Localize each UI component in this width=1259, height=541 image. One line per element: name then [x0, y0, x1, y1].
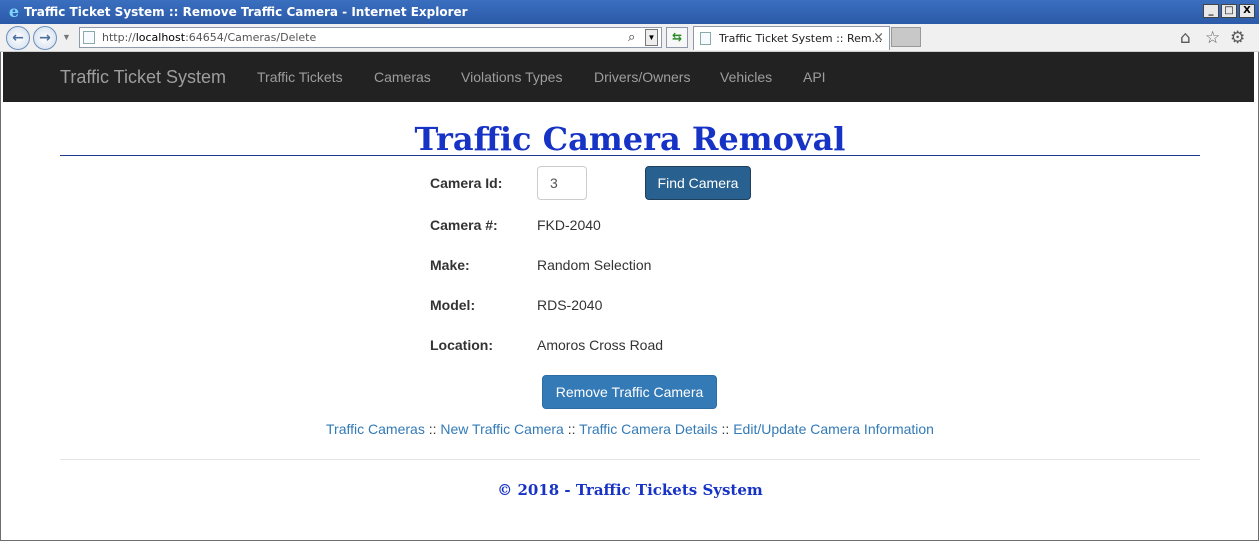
navbar-brand[interactable]: Traffic Ticket System — [60, 67, 226, 88]
nav-item-vehicles[interactable]: Vehicles — [720, 69, 772, 85]
nav-item-traffic-tickets[interactable]: Traffic Tickets — [257, 69, 343, 85]
browser-tab[interactable]: Traffic Ticket System :: Rem... × — [693, 26, 890, 50]
model-value: RDS-2040 — [537, 297, 603, 313]
location-value: Amoros Cross Road — [537, 337, 664, 353]
url-prefix: http:// — [102, 31, 136, 44]
close-window-button[interactable]: X — [1239, 4, 1255, 18]
related-links: Traffic Cameras :: New Traffic Camera ::… — [60, 421, 1200, 437]
find-camera-button[interactable]: Find Camera — [645, 166, 751, 200]
new-tab-button[interactable] — [891, 27, 921, 47]
window-controls: _ □ X — [1203, 4, 1255, 18]
address-bar[interactable]: http://localhost:64654/Cameras/Delete ⌕ … — [79, 27, 662, 48]
site-navbar: Traffic Ticket System Traffic Tickets Ca… — [3, 52, 1254, 102]
nav-item-api[interactable]: API — [803, 69, 826, 85]
camera-number-value: FKD-2040 — [537, 217, 601, 233]
page-icon — [83, 31, 95, 44]
camera-id-input[interactable] — [537, 166, 587, 200]
search-icon[interactable]: ⌕ — [628, 29, 635, 45]
footer-copyright: © 2018 - Traffic Tickets System — [497, 481, 763, 499]
link-traffic-camera-details[interactable]: Traffic Camera Details — [579, 421, 717, 437]
back-arrow-icon[interactable]: ← — [6, 26, 30, 50]
link-separator: :: — [424, 421, 441, 437]
address-dropdown-icon[interactable]: ▼ — [645, 29, 658, 46]
url-path: :64654/Cameras/Delete — [185, 31, 317, 44]
link-edit-camera-information[interactable]: Edit/Update Camera Information — [733, 421, 934, 437]
url-host: localhost — [135, 31, 186, 44]
camera-id-label: Camera Id: — [430, 175, 503, 191]
window-titlebar: e Traffic Ticket System :: Remove Traffi… — [0, 0, 1259, 24]
maximize-button[interactable]: □ — [1221, 4, 1237, 18]
location-label: Location: — [430, 337, 493, 353]
nav-item-cameras[interactable]: Cameras — [374, 69, 431, 85]
window-title: Traffic Ticket System :: Remove Traffic … — [24, 5, 468, 19]
model-label: Model: — [430, 297, 476, 313]
link-separator: :: — [717, 421, 734, 437]
link-separator: :: — [563, 421, 580, 437]
history-dropdown-icon[interactable]: ▼ — [62, 32, 71, 42]
star-icon[interactable]: ☆ — [1205, 28, 1220, 48]
page-title: Traffic Camera Removal — [414, 120, 846, 158]
link-new-traffic-camera[interactable]: New Traffic Camera — [440, 421, 563, 437]
link-traffic-cameras[interactable]: Traffic Cameras — [326, 421, 425, 437]
tab-page-icon — [700, 32, 711, 45]
remove-camera-button[interactable]: Remove Traffic Camera — [542, 375, 717, 409]
nav-item-drivers-owners[interactable]: Drivers/Owners — [594, 69, 690, 85]
tab-title: Traffic Ticket System :: Rem... — [719, 32, 883, 45]
make-value: Random Selection — [537, 257, 652, 273]
home-icon[interactable]: ⌂ — [1180, 28, 1191, 48]
forward-arrow-icon[interactable]: → — [33, 26, 57, 50]
camera-number-label: Camera #: — [430, 217, 498, 233]
make-label: Make: — [430, 257, 470, 273]
refresh-icon[interactable]: ⇆ — [666, 27, 688, 48]
nav-item-violations-types[interactable]: Violations Types — [461, 69, 562, 85]
url-text[interactable]: http://localhost:64654/Cameras/Delete — [102, 31, 316, 44]
tab-close-icon[interactable]: × — [873, 30, 884, 45]
gear-icon[interactable]: ⚙ — [1230, 28, 1245, 48]
minimize-button[interactable]: _ — [1203, 4, 1219, 18]
footer-divider — [60, 459, 1200, 460]
browser-toolbar: ← → ▼ http://localhost:64654/Cameras/Del… — [0, 24, 1259, 52]
internet-explorer-icon: e — [8, 2, 20, 21]
title-divider — [60, 155, 1200, 156]
